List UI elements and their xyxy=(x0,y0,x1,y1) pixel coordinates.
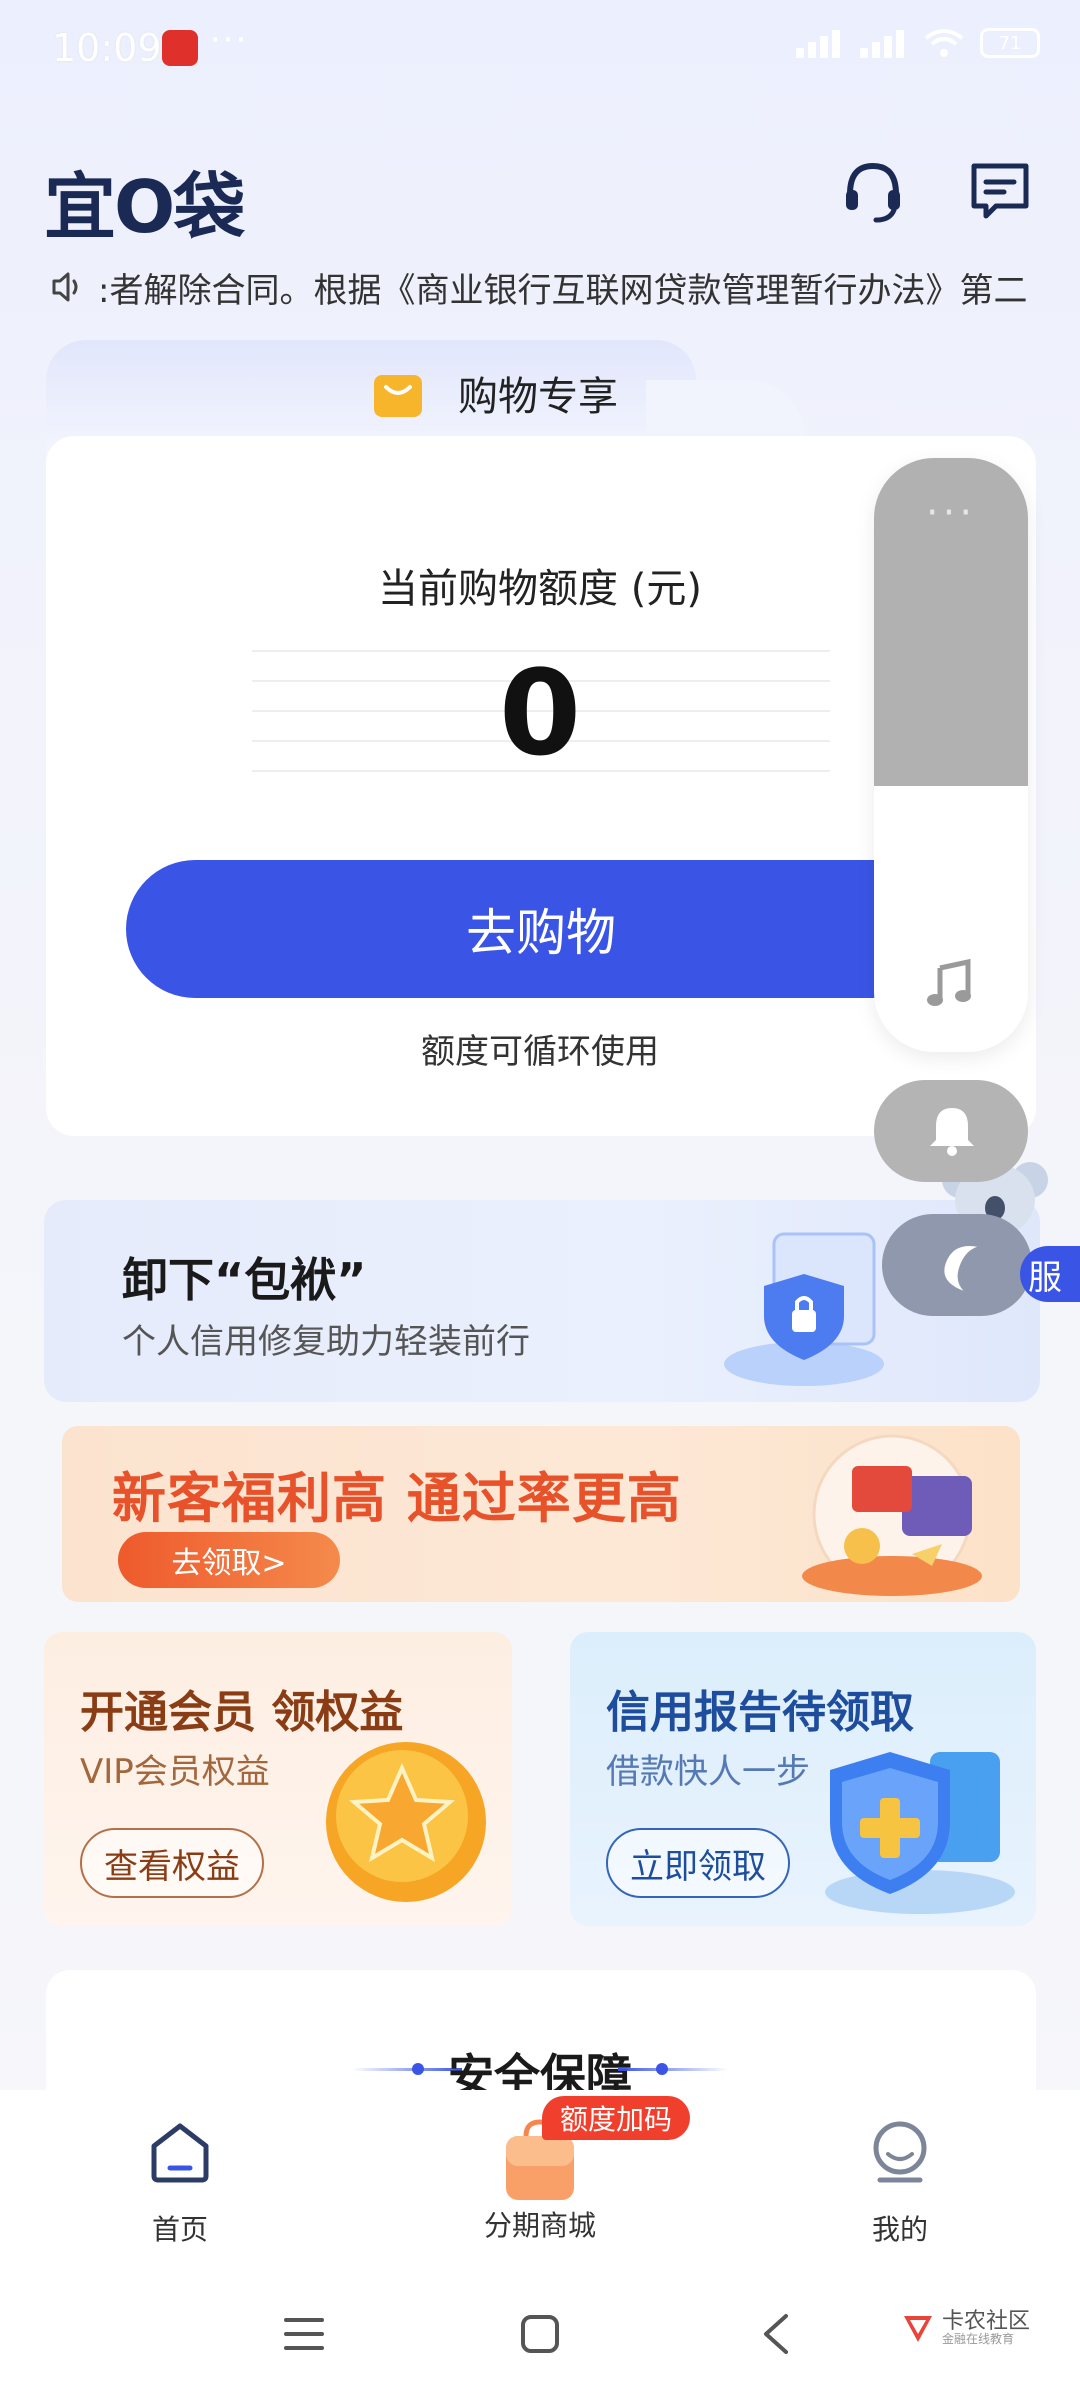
credit-shield-icon xyxy=(825,1752,1015,1914)
credit-report-card[interactable]: 信用报告待领取 借款快人一步 立即领取 xyxy=(570,1632,1036,1926)
app-logo: 宜O袋 xyxy=(44,165,245,249)
home-icon xyxy=(151,2123,209,2183)
view-benefits-button[interactable]: 查看权益 xyxy=(80,1828,264,1898)
claim-now-button[interactable]: 立即领取 xyxy=(606,1828,790,1898)
safety-decoration-line xyxy=(618,2068,728,2071)
credit-repair-banner[interactable]: 卸下“包袱” 个人信用修复助力轻装前行 xyxy=(44,1200,1040,1402)
star-coin-icon xyxy=(326,1742,486,1902)
nav-profile[interactable]: 我的 xyxy=(800,2118,1000,2248)
signal-icon xyxy=(860,28,908,58)
dark-mode-toggle[interactable] xyxy=(882,1214,1032,1316)
music-note-icon[interactable] xyxy=(924,958,976,1010)
shopping-tag: 购物专享 xyxy=(370,364,618,422)
new-customer-banner[interactable]: 新客福利高 通过率更高 去领取> xyxy=(62,1426,1020,1602)
vip-membership-card[interactable]: 开通会员 领权益 VIP会员权益 查看权益 xyxy=(44,1632,512,1926)
claim-button[interactable]: 去领取> xyxy=(118,1532,340,1588)
app-notification-icon xyxy=(162,30,198,66)
back-icon[interactable] xyxy=(758,2312,794,2356)
watermark-logo-icon xyxy=(904,2316,932,2342)
customer-service-tab[interactable]: 服 xyxy=(1020,1246,1080,1302)
profile-icon xyxy=(873,2121,927,2183)
go-shopping-button[interactable]: 去购物 xyxy=(126,860,956,998)
nav-home-label: 首页 xyxy=(151,2213,208,2246)
credit-boost-badge: 额度加码 xyxy=(542,2096,691,2140)
home-button-icon[interactable] xyxy=(520,2314,560,2354)
security-shield-icon xyxy=(724,1232,884,1386)
banner2-title: 新客福利高 通过率更高 xyxy=(112,1467,682,1530)
notice-marquee[interactable]: :者解除合同。根据《商业银行互联网贷款管理暂行办法》第二 xyxy=(48,262,1048,312)
battery-level: 71 xyxy=(998,32,1022,54)
battery-icon: 71 xyxy=(980,28,1040,58)
banner1-title: 卸下“包袱” xyxy=(122,1253,367,1307)
recent-apps-icon[interactable] xyxy=(284,2316,324,2352)
status-bar: 10:09 ··· 71 xyxy=(0,0,1080,96)
more-notifications-icon: ··· xyxy=(210,20,249,60)
status-indicators: 71 xyxy=(796,28,1040,58)
watermark: 卡农社区 金融在线教育 xyxy=(900,2310,1030,2346)
wifi-icon xyxy=(924,29,964,57)
vip-card-subtitle: VIP会员权益 xyxy=(80,1752,270,1792)
gift-globe-icon xyxy=(802,1434,982,1596)
credit-card-subtitle: 借款快人一步 xyxy=(606,1752,810,1792)
bell-icon xyxy=(930,1108,974,1156)
notification-toggle[interactable] xyxy=(874,1080,1028,1182)
headset-icon[interactable] xyxy=(840,158,906,224)
more-options-icon[interactable]: ··· xyxy=(874,490,1028,536)
nav-profile-label: 我的 xyxy=(871,2213,928,2246)
speaker-icon xyxy=(52,272,78,302)
signal-icon xyxy=(796,28,844,58)
shopping-tag-label: 购物专享 xyxy=(458,374,618,420)
message-icon[interactable] xyxy=(968,160,1032,220)
notice-text: :者解除合同。根据《商业银行互联网贷款管理暂行办法》第二 xyxy=(98,270,1028,311)
banner1-subtitle: 个人信用修复助力轻装前行 xyxy=(122,1322,530,1362)
floating-tool-panel[interactable]: ··· xyxy=(874,458,1028,1052)
safety-decoration-dot xyxy=(656,2063,668,2075)
nav-home[interactable]: 首页 xyxy=(80,2118,280,2248)
nav-mall-label: 分期商城 xyxy=(483,2209,596,2242)
status-time: 10:09 xyxy=(52,26,162,70)
watermark-title: 卡农社区 xyxy=(942,2309,1031,2334)
watermark-subtitle: 金融在线教育 xyxy=(942,2332,1015,2346)
shopping-bag-icon xyxy=(374,375,422,417)
moon-icon xyxy=(944,1246,978,1291)
